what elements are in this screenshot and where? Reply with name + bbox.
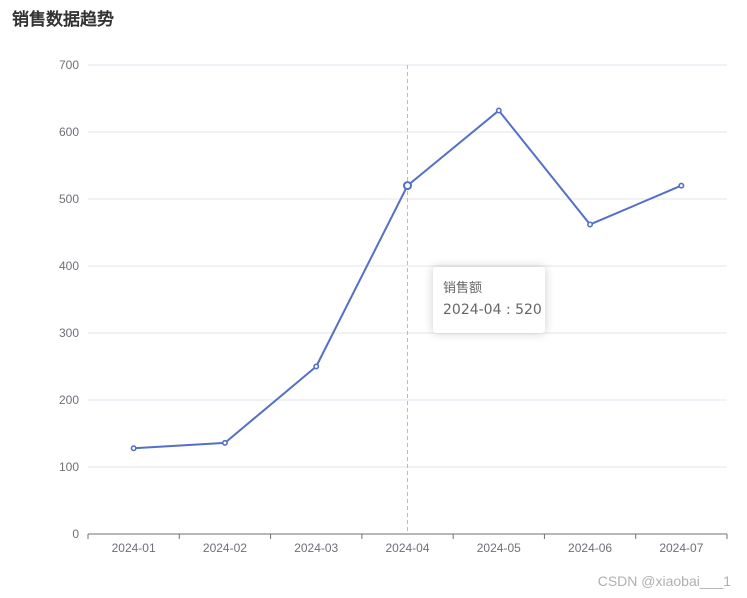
line-chart[interactable]: 0100200300400500600700 2024-01 2024-02 202… [0,0,747,598]
y-tick-label: 700 [59,58,79,72]
x-tick-label: 2024-01 [112,541,156,555]
data-point[interactable] [495,107,502,114]
data-point[interactable] [221,439,228,446]
y-tick-label: 0 [72,527,79,541]
grid-lines [88,64,727,468]
x-tick-label: 2024-07 [659,541,703,555]
y-tick-label: 300 [59,326,79,340]
tooltip-series-name: 销售额 [443,281,483,296]
y-tick-label: 100 [59,460,79,474]
y-tick-label: 400 [59,259,79,273]
x-tick-label: 2024-03 [294,541,338,555]
y-tick-label: 200 [59,393,79,407]
watermark: CSDN @xiaobai___1 [597,573,731,589]
y-tick-label: 500 [59,192,79,206]
x-tick-label: 2024-02 [203,541,247,555]
y-tick-label: 600 [59,125,79,139]
data-point[interactable] [678,182,685,189]
data-point[interactable] [403,181,412,191]
x-tick-label: 2024-06 [568,541,612,555]
tooltip-value: 2024-04 : 520 [443,302,542,318]
data-point[interactable] [313,363,320,370]
y-axis-labels: 0 100 200 300 400 500 600 700 [59,58,79,541]
x-axis-labels: 2024-01 2024-02 2024-03 2024-04 2024-05 2024-… [112,541,704,555]
data-point[interactable] [130,445,137,452]
x-tick-label: 2024-05 [477,541,521,555]
data-point[interactable] [587,221,594,228]
x-axis [87,533,728,539]
tooltip: 销售额 2024-04 : 520 [433,267,545,333]
x-tick-label: 2024-04 [385,541,429,555]
